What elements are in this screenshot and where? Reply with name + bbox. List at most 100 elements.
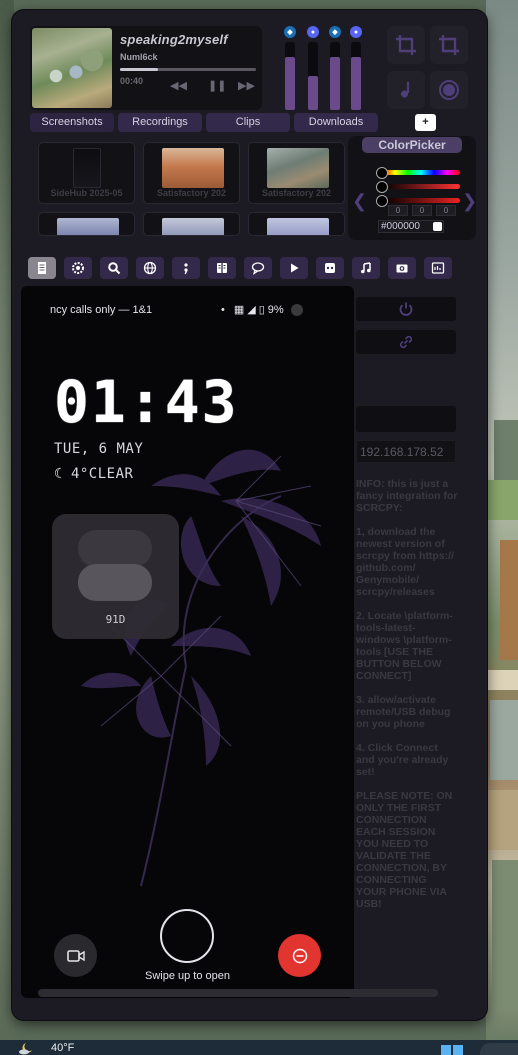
cog-icon — [72, 262, 84, 274]
brightness-slider[interactable] — [382, 198, 460, 203]
tab-screenshots[interactable]: Screenshots — [30, 113, 114, 132]
tab-clips[interactable]: Clips — [206, 113, 290, 132]
terminal-button[interactable] — [424, 257, 452, 279]
chat-icon — [251, 262, 265, 275]
info-paragraph: 3. allow/activate remote/USB debug on yo… — [356, 694, 451, 730]
do-not-disturb-shortcut[interactable] — [278, 934, 321, 977]
signal-icon: ◢ — [247, 304, 256, 316]
tab-downloads[interactable]: Downloads — [294, 113, 378, 132]
windows-start-icon[interactable] — [441, 1045, 463, 1055]
browser-button[interactable] — [136, 257, 164, 279]
info-paragraph: PLEASE NOTE: ON ONLY THE FIRST CONNECTIO… — [356, 790, 453, 910]
volume-slider-discord-2[interactable]: ● — [349, 26, 363, 110]
games-button[interactable] — [316, 257, 344, 279]
volume-slider-steam-1[interactable]: ◆ — [283, 26, 297, 110]
record-button[interactable] — [430, 71, 468, 109]
thumbnail-image — [57, 218, 119, 235]
steam-icon: ◆ — [284, 26, 296, 38]
track-progress[interactable] — [120, 68, 256, 71]
ip-address-field[interactable]: 192.168.178.52 — [356, 440, 456, 463]
widget-label: 91D — [105, 613, 126, 626]
info-paragraph: 4. Click Connect and you're already set! — [356, 742, 449, 778]
previous-icon[interactable]: ◀◀ — [170, 81, 187, 92]
lockscreen-clock: 01:43 — [54, 368, 239, 436]
thumbnail-image — [267, 148, 329, 188]
video-camera-icon — [66, 949, 85, 962]
info-paragraph: INFO: this is just a fancy integration f… — [356, 478, 458, 514]
camera-button[interactable] — [388, 257, 416, 279]
connect-button[interactable] — [356, 406, 456, 432]
info-paragraph: 2. Locate \platform-tools-latest-windows… — [356, 610, 453, 682]
settings-button[interactable] — [64, 257, 92, 279]
green-value-field[interactable]: 0 — [412, 205, 432, 216]
book-icon — [217, 263, 227, 273]
notification-dot-icon: • — [221, 303, 225, 316]
crop-button[interactable] — [430, 26, 468, 64]
add-button[interactable]: + — [415, 114, 436, 131]
crop-icon — [439, 35, 459, 55]
color-picker-title: ColorPicker — [362, 137, 462, 153]
hue-slider-knob[interactable] — [376, 167, 388, 179]
track-progress-fill — [120, 68, 159, 71]
lockscreen-weather: ☾ 4°CLEAR — [54, 466, 133, 482]
code-button[interactable] — [172, 257, 200, 279]
search-icon — [108, 262, 121, 275]
volume-slider-steam-2[interactable]: ◆ — [328, 26, 342, 110]
thumbnail-item[interactable]: SideHub 2025-05 — [38, 142, 135, 204]
brightness-slider-knob[interactable] — [376, 195, 388, 207]
steam-icon: ◆ — [329, 26, 341, 38]
minus-circle-icon — [292, 948, 307, 963]
discord-icon: ● — [350, 26, 362, 38]
doc-button[interactable] — [28, 257, 56, 279]
power-button[interactable] — [356, 297, 456, 321]
thumbnail-item[interactable] — [38, 212, 135, 236]
next-icon[interactable]: ▶▶ — [238, 81, 255, 92]
thumbnail-item[interactable] — [248, 212, 345, 236]
taskbar-temperature[interactable]: 40°F — [51, 1042, 74, 1054]
thumbnail-item[interactable] — [143, 212, 240, 236]
media-player: speaking2myself Numl6ck 00:40 ◀◀ ❚❚ ▶▶ — [30, 26, 262, 110]
record-icon — [439, 80, 459, 100]
fingerprint-ring[interactable] — [160, 909, 214, 963]
crop-icon — [396, 35, 416, 55]
discord-icon: ● — [307, 26, 319, 38]
saturation-slider[interactable] — [382, 184, 460, 189]
thumbnail-item[interactable]: Satisfactory 202 — [248, 142, 345, 204]
volume-slider-discord-1[interactable]: ● — [306, 26, 320, 110]
saturation-slider-knob[interactable] — [376, 181, 388, 193]
track-time: 00:40 — [120, 76, 144, 86]
track-title: speaking2myself — [120, 32, 228, 47]
play-button[interactable] — [280, 257, 308, 279]
battery-icon: ▯ — [258, 304, 265, 316]
notes-button[interactable] — [208, 257, 236, 279]
tab-recordings[interactable]: Recordings — [118, 113, 202, 132]
crop-free-button[interactable] — [387, 26, 425, 64]
battery-percent: 9% — [267, 303, 284, 316]
search-button[interactable] — [100, 257, 128, 279]
phone-mirror[interactable]: ncy calls only — 1&1 • ▦ ◢ ▯ 9% 01:43 TU… — [21, 286, 354, 998]
chevron-left-icon[interactable]: ❮ — [352, 191, 367, 212]
music-icon — [361, 262, 371, 274]
chat-button[interactable] — [244, 257, 272, 279]
thumbnail-item[interactable]: Satisfactory 202 — [143, 142, 240, 204]
scrcpy-info-text: INFO: this is just a fancy integration f… — [356, 478, 458, 922]
weather-moon-icon — [19, 1043, 32, 1055]
pause-icon[interactable]: ❚❚ — [208, 81, 226, 92]
taskbar-search-icon[interactable] — [480, 1043, 518, 1055]
thumbnail-caption: Satisfactory 202 — [156, 188, 227, 198]
hue-slider[interactable] — [382, 170, 460, 175]
lockscreen-date: TUE, 6 MAY — [54, 441, 144, 457]
link-icon — [399, 335, 413, 349]
battery-widget[interactable]: 91D — [52, 514, 179, 639]
color-swatch — [433, 222, 442, 231]
music-player-button[interactable] — [352, 257, 380, 279]
music-note-icon — [401, 82, 410, 98]
blue-value-field[interactable]: 0 — [436, 205, 456, 216]
chevron-right-icon[interactable]: ❯ — [462, 191, 477, 212]
moon-cloud-icon: ☾ — [54, 466, 63, 482]
horizontal-scrollbar[interactable] — [38, 989, 438, 997]
red-value-field[interactable]: 0 — [388, 205, 408, 216]
music-button[interactable] — [387, 71, 425, 109]
gamepad-icon — [325, 263, 335, 273]
link-button[interactable] — [356, 330, 456, 354]
